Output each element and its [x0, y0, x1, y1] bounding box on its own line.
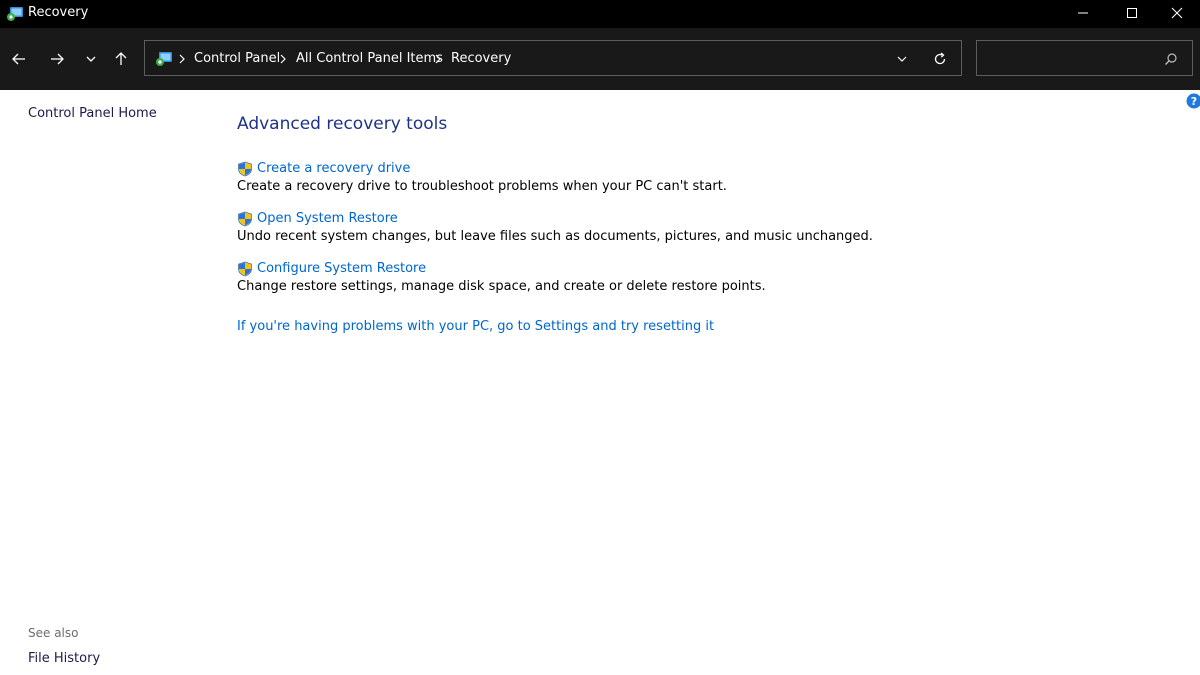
address-bar[interactable]: Control Panel All Control Panel Items Re…: [144, 40, 962, 76]
minimize-button[interactable]: [1060, 0, 1106, 26]
refresh-button[interactable]: [931, 50, 949, 68]
up-button[interactable]: [108, 46, 134, 72]
control-panel-icon: [7, 7, 23, 21]
configure-system-restore-link[interactable]: Configure System Restore: [237, 260, 766, 277]
navigation-bar: Control Panel All Control Panel Items Re…: [0, 28, 1200, 90]
forward-button[interactable]: [44, 46, 70, 72]
search-box[interactable]: [976, 40, 1193, 76]
close-icon: [1171, 7, 1183, 19]
up-arrow-icon: [115, 52, 127, 65]
minimize-icon: [1078, 12, 1088, 14]
svg-text:?: ?: [1191, 95, 1197, 108]
uac-shield-icon: [238, 211, 252, 226]
task-description: Undo recent system changes, but leave fi…: [237, 229, 873, 244]
window-title: Recovery: [28, 5, 89, 20]
breadcrumb-separator-icon: [280, 54, 286, 64]
control-panel-icon: [156, 52, 172, 66]
address-dropdown-button[interactable]: [893, 50, 911, 68]
task-label: Open System Restore: [257, 211, 398, 226]
help-icon[interactable]: ?: [1186, 93, 1200, 109]
uac-shield-icon: [238, 261, 252, 276]
maximize-button[interactable]: [1109, 0, 1155, 26]
task-label: Create a recovery drive: [257, 161, 411, 176]
chevron-down-icon: [897, 56, 907, 62]
breadcrumb-control-panel[interactable]: Control Panel: [194, 50, 280, 67]
close-button[interactable]: [1154, 0, 1200, 26]
create-recovery-drive-link[interactable]: Create a recovery drive: [237, 160, 727, 177]
breadcrumb-all-control-panel-items[interactable]: All Control Panel Items: [296, 50, 443, 67]
reset-pc-settings-link[interactable]: If you're having problems with your PC, …: [237, 318, 714, 335]
task-open-system-restore: Open System Restore Undo recent system c…: [237, 210, 873, 245]
back-button[interactable]: [6, 46, 32, 72]
refresh-icon: [934, 52, 946, 65]
chevron-down-icon: [86, 56, 96, 62]
uac-shield-icon: [238, 161, 252, 176]
see-also-heading: See also: [28, 626, 79, 640]
file-history-link[interactable]: File History: [28, 650, 100, 667]
breadcrumb-separator-icon: [179, 54, 185, 64]
task-configure-system-restore: Configure System Restore Change restore …: [237, 260, 766, 295]
forward-arrow-icon: [51, 53, 64, 65]
recent-locations-button[interactable]: [78, 46, 104, 72]
page-title: Advanced recovery tools: [237, 114, 448, 134]
task-description: Create a recovery drive to troubleshoot …: [237, 179, 727, 194]
task-description: Change restore settings, manage disk spa…: [237, 279, 766, 294]
title-bar: Recovery: [0, 0, 1200, 28]
maximize-icon: [1127, 8, 1137, 18]
search-icon: [1165, 53, 1177, 65]
open-system-restore-link[interactable]: Open System Restore: [237, 210, 873, 227]
task-create-recovery-drive: Create a recovery drive Create a recover…: [237, 160, 727, 195]
breadcrumb-recovery[interactable]: Recovery: [451, 50, 511, 67]
back-arrow-icon: [12, 53, 25, 65]
control-panel-home-link[interactable]: Control Panel Home: [28, 105, 157, 122]
breadcrumb-separator-icon: [435, 54, 441, 64]
task-label: Configure System Restore: [257, 261, 427, 276]
